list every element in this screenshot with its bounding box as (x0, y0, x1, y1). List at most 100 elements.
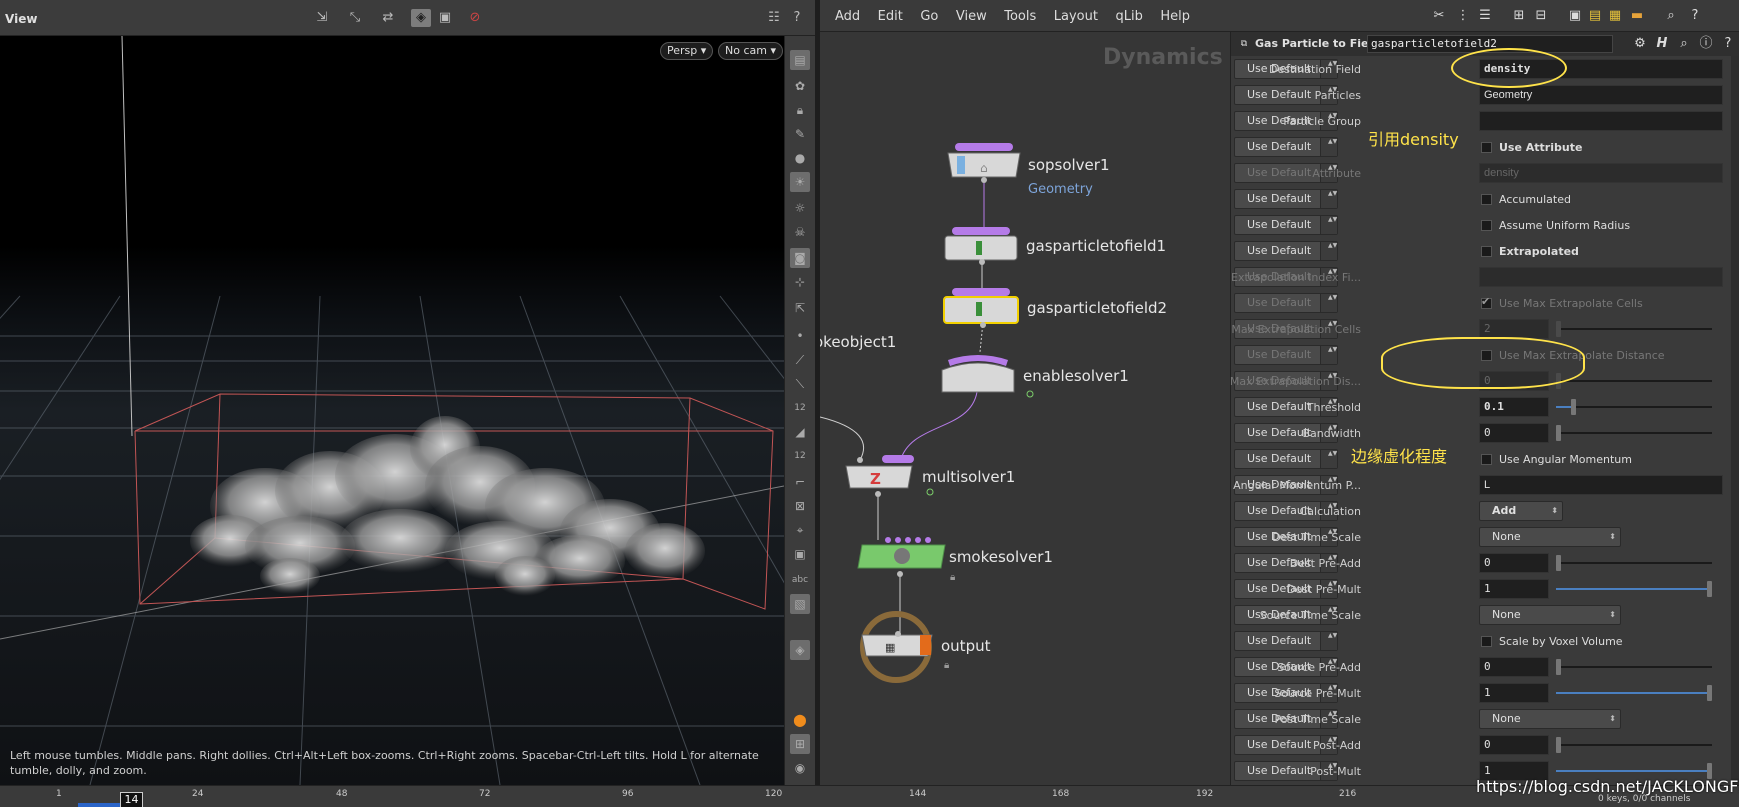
param-value-field[interactable]: Geometry (1479, 85, 1723, 105)
lock-icon[interactable]: 🔒︎ (790, 100, 810, 120)
dot-icon[interactable]: • (790, 326, 810, 346)
node-sopsolver1[interactable]: sopsolver1 (1028, 156, 1110, 174)
menu-add[interactable]: Add (835, 9, 860, 24)
use-default-button[interactable]: Use Default (1234, 189, 1338, 209)
param-slider[interactable] (1556, 562, 1712, 564)
param-value-field[interactable]: 2 (1479, 319, 1549, 339)
param-value-field[interactable]: 0 (1479, 423, 1549, 443)
point-icon[interactable]: ⊹ (790, 272, 810, 292)
param-slider[interactable] (1556, 744, 1712, 746)
menu-layout[interactable]: Layout (1054, 9, 1098, 24)
param-checkbox[interactable] (1481, 295, 1492, 309)
point-number-icon[interactable]: 12 (790, 398, 810, 418)
help-icon[interactable]: ? (1719, 35, 1737, 53)
use-default-button[interactable]: Use Default (1234, 241, 1338, 261)
param-value-field[interactable]: 0 (1479, 735, 1549, 755)
node-gasparticletofield2[interactable]: gasparticletofield2 (1027, 299, 1167, 317)
param-checkbox[interactable] (1481, 194, 1492, 205)
gear-icon[interactable]: ⚙ (1631, 35, 1649, 53)
tools-icon[interactable]: ✂ (1430, 7, 1448, 25)
search-icon[interactable]: ⌕ (1675, 35, 1693, 53)
use-default-button[interactable]: Use Default (1234, 449, 1338, 469)
use-default-button[interactable]: Use Default (1234, 137, 1338, 157)
vector-icon[interactable]: ⌖ (790, 520, 810, 540)
background-image-icon[interactable]: ▧ (790, 594, 810, 614)
slider-handle[interactable] (1707, 685, 1712, 701)
param-value-field[interactable]: density (1479, 163, 1723, 183)
slider-handle[interactable] (1556, 659, 1561, 675)
help-icon[interactable]: ? (1686, 7, 1704, 25)
node-smokeobject1[interactable]: okeobject1 (820, 333, 896, 351)
current-frame-field[interactable]: 14 (120, 792, 143, 807)
sticky-icon[interactable]: ▦ (1606, 7, 1624, 25)
help-icon[interactable]: ? (787, 9, 807, 27)
hda-icon[interactable]: H (1653, 35, 1671, 53)
camera-icon[interactable]: ◙ (790, 248, 810, 268)
param-value-field[interactable]: 0 (1479, 553, 1549, 573)
use-default-button[interactable]: Use Default (1234, 345, 1338, 365)
network-editor[interactable]: Dynamics ⌂ Z 🔒︎ ▦ 🔒︎ sopsolver1 Geometry… (820, 32, 1230, 785)
node-output[interactable]: output (941, 637, 990, 655)
param-value-field[interactable] (1479, 111, 1723, 131)
viewport-canvas[interactable]: Persp ▾ No cam ▾ Left mouse tumbles. Mid… (0, 36, 784, 785)
param-slider[interactable] (1556, 406, 1712, 408)
slider-handle[interactable] (1571, 399, 1577, 415)
param-value-field[interactable] (1479, 267, 1723, 287)
camera-view-button[interactable]: Persp ▾ (660, 42, 714, 60)
light-icon[interactable]: ☀ (790, 172, 810, 192)
param-checkbox[interactable] (1481, 636, 1492, 647)
prim-number-icon[interactable]: 12 (790, 446, 810, 466)
node-enablesolver1[interactable]: enablesolver1 (1023, 367, 1129, 385)
search-icon[interactable]: ⌕ (1662, 7, 1680, 25)
node-gasparticletofield1[interactable]: gasparticletofield1 (1026, 237, 1166, 255)
node-smokesolver1[interactable]: smokesolver1 (949, 548, 1053, 566)
select-tool-icon[interactable]: ⇲ (312, 9, 332, 27)
text-label-icon[interactable]: abc (790, 570, 810, 590)
use-default-button[interactable]: Use Default (1234, 293, 1338, 313)
use-default-button[interactable]: Use Default (1234, 215, 1338, 235)
param-slider[interactable] (1556, 588, 1712, 590)
skull-icon[interactable]: ☠ (790, 222, 810, 242)
param-value-field[interactable]: L (1479, 475, 1723, 495)
warning-icon[interactable]: ⬤ (790, 710, 810, 730)
slider-handle[interactable] (1556, 321, 1561, 337)
folder-icon[interactable]: ▬ (1628, 7, 1646, 25)
param-value-field[interactable]: 0 (1479, 657, 1549, 677)
param-dropdown[interactable]: None ⬍ (1479, 709, 1621, 729)
param-dropdown[interactable]: None ⬍ (1479, 527, 1621, 547)
menu-view[interactable]: View (956, 9, 987, 24)
param-checkbox[interactable] (1481, 142, 1492, 153)
tree-icon[interactable]: ⋮ (1454, 7, 1472, 25)
slider-handle[interactable] (1556, 737, 1561, 753)
menu-qlib[interactable]: qLib (1115, 9, 1142, 24)
param-dropdown[interactable]: None ⬍ (1479, 605, 1621, 625)
menu-edit[interactable]: Edit (878, 9, 903, 24)
ghost-icon[interactable]: ✿ (790, 76, 810, 96)
menu-help[interactable]: Help (1160, 9, 1190, 24)
param-slider[interactable] (1556, 692, 1712, 694)
slider-handle[interactable] (1707, 581, 1712, 597)
transform-tool-icon[interactable]: ⇄ (378, 9, 398, 27)
param-value-field[interactable]: 1 (1479, 579, 1549, 599)
move-tool-icon[interactable]: ⤡ (345, 9, 365, 27)
param-slider[interactable] (1556, 328, 1712, 330)
grid-alt-icon[interactable]: ⊟ (1532, 7, 1550, 25)
normal-icon[interactable]: ⇱ (790, 298, 810, 318)
param-value-field[interactable]: 0.1 (1479, 397, 1549, 417)
reference-icon[interactable]: ◈ (790, 640, 810, 660)
playback-range[interactable] (78, 803, 120, 807)
snapshot-icon[interactable]: ▣ (435, 9, 455, 27)
param-slider[interactable] (1556, 432, 1712, 434)
sphere-icon[interactable]: ● (790, 148, 810, 168)
node-multisolver1[interactable]: multisolver1 (922, 468, 1015, 486)
needle-icon[interactable]: ⟍ (790, 374, 810, 394)
info-icon[interactable]: ⓘ (1697, 35, 1715, 53)
list-icon[interactable]: ☰ (1476, 7, 1494, 25)
box-icon[interactable]: ▣ (790, 544, 810, 564)
note-icon[interactable]: ▤ (1586, 7, 1604, 25)
menu-tools[interactable]: Tools (1004, 9, 1036, 24)
param-slider[interactable] (1556, 380, 1712, 382)
node-sopsolver1-geometry-output[interactable]: Geometry (1028, 182, 1093, 197)
param-dropdown[interactable]: Add ⬍ (1479, 501, 1563, 521)
image-icon[interactable]: ▣ (1566, 7, 1584, 25)
